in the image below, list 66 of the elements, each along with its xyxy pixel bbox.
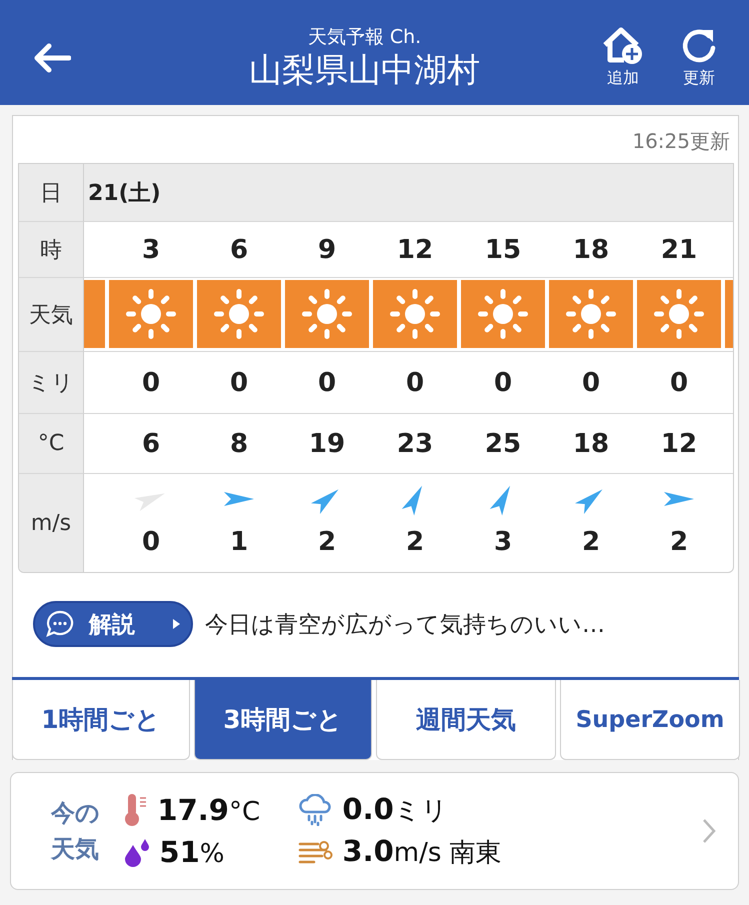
commentary-button[interactable]: 解説 (33, 601, 193, 647)
wind-speed-value: 1 (230, 527, 248, 557)
rain-value: 0 (582, 368, 600, 398)
hour-value: 12 (396, 234, 434, 264)
sun-icon (123, 286, 179, 342)
hour-value: 6 (230, 234, 248, 264)
weather-tile (725, 280, 733, 348)
rain-value: 0 (406, 368, 424, 398)
view-tab[interactable]: 週間天気 (376, 680, 556, 760)
hour-value: 9 (318, 234, 336, 264)
row-label: 日 (19, 164, 84, 222)
wind-reading: 3.0m/s 南東 (342, 834, 502, 870)
rain-value: 0 (142, 368, 160, 398)
temperature-value: 8 (230, 428, 248, 458)
triangle-right-icon (171, 618, 181, 630)
wind-speed-value: 2 (582, 527, 600, 557)
temperature-value: 6 (142, 428, 160, 458)
sun-icon (563, 286, 619, 342)
wind-speed-value: 2 (406, 527, 424, 557)
row-label: m/s (19, 474, 84, 572)
row-label: ミリ (19, 352, 84, 414)
view-tab[interactable]: 3時間ごと (194, 680, 372, 760)
row-label: 時 (19, 222, 84, 278)
hour-value: 21 (660, 234, 698, 264)
wind-speed-value: 0 (142, 527, 160, 557)
chat-bubble-icon (45, 609, 75, 639)
add-button[interactable]: 追加 (595, 26, 651, 89)
hour-value: 18 (572, 234, 610, 264)
location-title: 山梨県山中湖村 (249, 48, 480, 90)
chevron-right-icon (702, 818, 716, 844)
row-label: °C (19, 414, 84, 474)
sun-icon (387, 286, 443, 342)
weather-tile (84, 280, 105, 348)
temperature-value: 18 (572, 428, 610, 458)
humidity-reading: 51% (159, 835, 224, 869)
sun-icon (211, 286, 267, 342)
hour-value: 15 (484, 234, 522, 264)
view-tab[interactable]: SuperZoom (560, 680, 740, 760)
wind-speed-value: 3 (494, 527, 512, 557)
rain-value: 0 (230, 368, 248, 398)
wind-icon (298, 838, 334, 866)
wind-speed-value: 2 (318, 527, 336, 557)
temperature-value: 25 (484, 428, 522, 458)
app-subtitle: 天気予報 Ch. (308, 24, 422, 48)
temperature-value: 23 (396, 428, 434, 458)
rain-value: 0 (494, 368, 512, 398)
rain-value: 0 (670, 368, 688, 398)
droplets-icon (123, 837, 152, 867)
house-plus-icon (602, 26, 644, 66)
sun-icon (475, 286, 531, 342)
wind-speed-value: 2 (670, 527, 688, 557)
back-arrow-icon (33, 42, 71, 72)
sun-icon (299, 286, 355, 342)
temperature-reading: 17.9°C (157, 793, 260, 827)
refresh-button[interactable]: 更新 (671, 26, 727, 89)
row-label: 天気 (19, 278, 84, 352)
rain-value: 0 (318, 368, 336, 398)
current-weather-label: 今の天気 (51, 798, 101, 865)
sun-icon (651, 286, 707, 342)
update-time: 16:25更新 (632, 128, 730, 155)
commentary-text: 今日は青空が広がって気持ちのいい… (205, 610, 605, 640)
temperature-value: 12 (660, 428, 698, 458)
date-value: 21(土) (88, 180, 161, 208)
hour-value: 3 (142, 234, 160, 264)
temperature-value: 19 (308, 428, 346, 458)
view-tab[interactable]: 1時間ごと (12, 680, 190, 760)
